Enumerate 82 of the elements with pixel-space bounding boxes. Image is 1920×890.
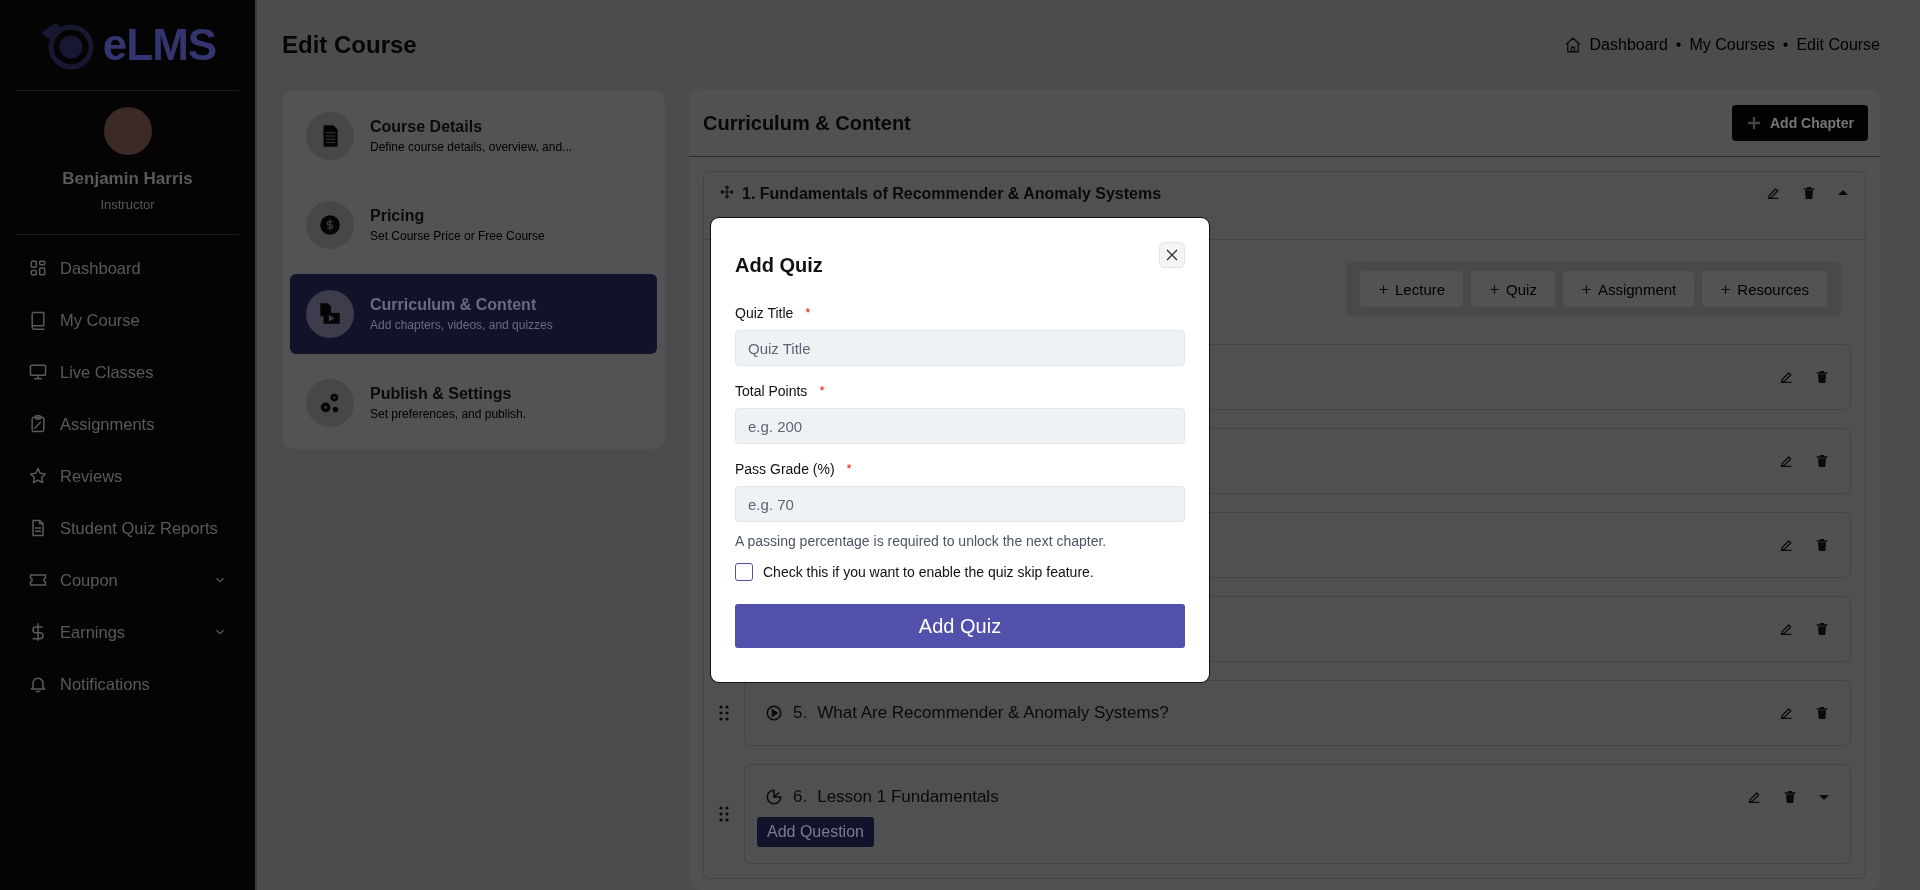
lesson-number: 6. xyxy=(793,787,808,807)
drag-handle-icon[interactable] xyxy=(719,705,729,721)
sidebar-item[interactable]: Assignments xyxy=(0,398,255,450)
step-item[interactable]: Publish & Settings Set preferences, and publish. xyxy=(290,363,657,443)
star-icon xyxy=(28,466,48,486)
grid-icon xyxy=(28,258,48,278)
field-label: Quiz Title xyxy=(735,305,794,321)
plus-icon xyxy=(1580,283,1592,295)
close-icon xyxy=(1166,249,1178,261)
breadcrumb-link[interactable]: Dashboard xyxy=(1589,36,1668,54)
add-item-button[interactable]: Quiz xyxy=(1471,271,1555,307)
plus-icon xyxy=(1746,115,1762,131)
input-field[interactable]: Quiz Title xyxy=(735,330,1185,366)
sidebar-item[interactable]: My Course xyxy=(0,294,255,346)
trash-icon[interactable] xyxy=(1782,789,1798,805)
add-quiz-button[interactable]: Add Quiz xyxy=(735,604,1185,648)
add-item-button[interactable]: Lecture xyxy=(1360,271,1464,307)
chapter-title: 1. Fundamentals of Recommender & Anomaly Systems xyxy=(742,185,1163,203)
step-item[interactable]: Pricing Set Course Price or Free Course xyxy=(290,185,657,265)
user-role: Instructor xyxy=(100,197,155,212)
sidebar-item[interactable]: Reviews xyxy=(0,450,255,502)
logo-text: eLMS xyxy=(102,20,217,70)
plus-icon xyxy=(1489,283,1501,295)
sidebar-item[interactable]: Student Quiz Reports xyxy=(0,502,255,554)
dialog-title: Add Quiz xyxy=(735,254,823,277)
avatar xyxy=(103,107,152,155)
sidebar-item[interactable]: Notifications xyxy=(0,658,255,710)
field-label: Total Points xyxy=(735,383,808,399)
section-title: Curriculum & Content xyxy=(703,111,911,135)
trash-icon[interactable] xyxy=(1814,621,1830,637)
lesson-title: What Are Recommender & Anomaly Systems? xyxy=(817,703,1169,722)
add-chapter-button[interactable]: Add Chapter xyxy=(1732,105,1868,141)
edit-icon[interactable] xyxy=(1778,453,1794,469)
close-button[interactable] xyxy=(1159,242,1185,268)
input-field[interactable]: e.g. 200 xyxy=(735,408,1185,444)
add-item-button[interactable]: Assignment xyxy=(1562,271,1695,307)
breadcrumb-link[interactable]: My Courses xyxy=(1689,36,1775,54)
breadcrumb-separator: • xyxy=(1782,36,1789,54)
input-field[interactable]: e.g. 70 xyxy=(735,486,1185,522)
plus-icon xyxy=(1720,283,1732,295)
monitor-icon xyxy=(28,362,48,382)
plus-icon xyxy=(1378,283,1390,295)
sidebar-item[interactable]: Live Classes xyxy=(0,346,255,398)
trash-icon[interactable] xyxy=(1814,369,1830,385)
sidebar-item[interactable]: Dashboard xyxy=(0,242,255,294)
user-name: Benjamin Harris xyxy=(62,169,193,189)
edit-icon[interactable] xyxy=(1778,705,1794,721)
clipboard-icon xyxy=(28,414,48,434)
edit-icon[interactable] xyxy=(1765,185,1781,201)
lesson-title: Lesson 1 Fundamentals xyxy=(817,787,999,806)
trash-icon[interactable] xyxy=(1814,537,1830,553)
step-item[interactable]: Course Details Define course details, overview, and... xyxy=(290,96,657,176)
lesson-number: 5. xyxy=(793,703,808,723)
checkbox-label: Check this if you want to enable the quiz skip feature. xyxy=(763,564,1094,580)
trash-icon[interactable] xyxy=(1801,185,1817,201)
add-item-button[interactable]: Resources xyxy=(1702,271,1827,307)
required-mark: * xyxy=(805,305,811,321)
home-icon[interactable] xyxy=(1563,36,1582,54)
move-icon[interactable] xyxy=(720,185,734,199)
drag-handle-icon[interactable] xyxy=(719,806,729,822)
play-icon xyxy=(765,704,783,722)
edit-icon[interactable] xyxy=(1778,621,1794,637)
hint-text: A passing percentage is required to unlock the next chapter. xyxy=(735,533,1108,549)
sidebar-item[interactable]: Earnings xyxy=(0,606,255,658)
required-mark: * xyxy=(819,383,825,399)
required-mark: * xyxy=(846,461,852,477)
pie-chart-icon xyxy=(765,788,783,806)
trash-icon[interactable] xyxy=(1814,705,1830,721)
page-title: Edit Course xyxy=(282,31,417,59)
step-item[interactable]: Curriculum & Content Add chapters, videos, and quizzes xyxy=(290,274,657,354)
edit-icon[interactable] xyxy=(1778,369,1794,385)
trash-icon[interactable] xyxy=(1814,453,1830,469)
sidebar-item[interactable]: Coupon xyxy=(0,554,255,606)
book-icon xyxy=(28,310,48,330)
field-label: Pass Grade (%) xyxy=(735,461,835,477)
add-question-button[interactable]: Add Question xyxy=(757,817,874,847)
checkbox[interactable] xyxy=(735,563,753,581)
dollar-coin-icon xyxy=(317,212,343,238)
edit-icon[interactable] xyxy=(1746,789,1762,805)
breadcrumb-separator: • xyxy=(1675,36,1682,54)
edit-icon[interactable] xyxy=(1778,537,1794,553)
video-file-icon xyxy=(317,301,343,327)
